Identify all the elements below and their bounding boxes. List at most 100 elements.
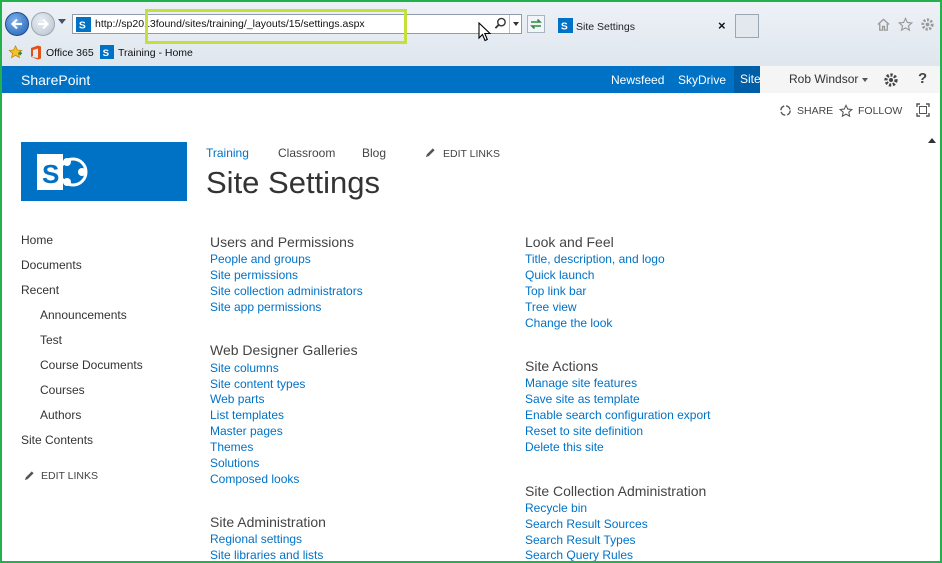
page-title: Site Settings [206,165,381,200]
svg-text:S: S [42,159,59,189]
address-separator [509,15,510,33]
pencil-icon [425,148,435,158]
history-dropdown-icon[interactable] [58,19,66,24]
focus-content-icon[interactable] [916,103,930,117]
settings-gear-icon[interactable] [920,17,935,32]
url-highlight-box [145,9,407,44]
link-search-query-rules[interactable]: Search Query Rules [525,548,633,562]
favorites-bar: Office 365 S Training - Home [0,43,942,63]
leftnav-courses[interactable]: Courses [40,383,85,397]
leftnav-test[interactable]: Test [40,333,62,347]
help-button[interactable]: ? [918,70,927,87]
link-solutions[interactable]: Solutions [210,456,259,470]
link-enable-search-config-export[interactable]: Enable search configuration export [525,408,710,422]
link-change-the-look[interactable]: Change the look [525,316,612,330]
leftnav-recent[interactable]: Recent [21,283,59,297]
link-master-pages[interactable]: Master pages [210,424,283,438]
link-site-content-types[interactable]: Site content types [210,377,305,391]
link-site-app-permissions[interactable]: Site app permissions [210,300,321,314]
topnav-training[interactable]: Training [206,146,249,160]
sharepoint-favicon-icon: S [76,17,91,32]
refresh-icon [530,18,542,30]
refresh-button[interactable] [527,15,545,33]
link-manage-site-features[interactable]: Manage site features [525,376,637,390]
suite-link-skydrive[interactable]: SkyDrive [678,73,726,87]
share-icon [780,105,791,116]
address-dropdown-icon[interactable] [513,22,519,26]
link-composed-looks[interactable]: Composed looks [210,472,299,486]
sharepoint-brand[interactable]: SharePoint [21,72,90,88]
link-reset-to-site-definition[interactable]: Reset to site definition [525,424,643,438]
leftnav-documents[interactable]: Documents [21,258,82,272]
arrow-right-icon [38,18,50,30]
link-recycle-bin[interactable]: Recycle bin [525,501,587,515]
scroll-up-icon[interactable] [928,138,936,143]
user-menu[interactable]: Rob Windsor [779,66,879,93]
link-site-permissions[interactable]: Site permissions [210,268,298,282]
tab-title: Site Settings [576,21,635,33]
mouse-cursor-icon [478,22,492,42]
link-web-parts[interactable]: Web parts [210,392,264,406]
link-search-result-sources[interactable]: Search Result Sources [525,517,648,531]
suite-link-newsfeed[interactable]: Newsfeed [611,73,664,87]
link-quick-launch[interactable]: Quick launch [525,268,594,282]
browser-chrome: S http://sp2013found/sites/training/_lay… [0,0,942,66]
share-button[interactable]: SHARE [797,105,833,117]
action-row: SHARE FOLLOW [0,93,942,127]
leftnav-home[interactable]: Home [21,233,53,247]
svg-text:S: S [79,21,86,32]
section-title-site-collection-administration: Site Collection Administration [525,483,707,499]
follow-button[interactable]: FOLLOW [858,105,902,117]
section-title-site-administration: Site Administration [210,514,326,530]
link-people-and-groups[interactable]: People and groups [210,252,311,266]
link-top-link-bar[interactable]: Top link bar [525,284,586,298]
link-tree-view[interactable]: Tree view [525,300,577,314]
favorites-star-icon[interactable] [898,17,913,32]
chevron-down-icon [862,77,869,82]
home-icon[interactable] [876,17,891,32]
link-site-libraries-and-lists[interactable]: Site libraries and lists [210,548,323,562]
search-icon[interactable] [494,17,507,30]
arrow-left-icon [10,18,22,30]
settings-gear-icon[interactable] [883,72,899,88]
tab-close-button[interactable]: × [718,18,726,33]
user-name: Rob Windsor [789,72,859,86]
link-delete-this-site[interactable]: Delete this site [525,440,604,454]
link-search-result-types[interactable]: Search Result Types [525,533,636,547]
link-save-site-as-template[interactable]: Save site as template [525,392,640,406]
link-title-description-logo[interactable]: Title, description, and logo [525,252,665,266]
new-tab-button[interactable] [735,14,759,38]
forward-button[interactable] [31,12,55,36]
link-themes[interactable]: Themes [210,440,253,454]
sharepoint-favicon-icon: S [558,18,573,33]
leftnav-edit-links[interactable]: EDIT LINKS [41,470,98,482]
sharepoint-favicon-icon: S [100,45,114,59]
link-list-templates[interactable]: List templates [210,408,284,422]
pencil-icon [24,471,34,481]
topnav-classroom[interactable]: Classroom [278,146,335,160]
link-site-collection-administrators[interactable]: Site collection administrators [210,284,363,298]
favorite-training-home[interactable]: Training - Home [118,47,193,59]
leftnav-announcements[interactable]: Announcements [40,308,127,322]
section-title-users-permissions: Users and Permissions [210,234,354,250]
office365-icon [31,45,41,60]
svg-text:S: S [561,22,568,33]
sharepoint-logo-icon: S [37,154,88,190]
section-title-site-actions: Site Actions [525,358,599,374]
leftnav-site-contents[interactable]: Site Contents [21,433,93,447]
follow-star-icon [839,104,853,118]
back-button[interactable] [5,12,29,36]
section-title-web-designer-galleries: Web Designer Galleries [210,342,358,358]
link-site-columns[interactable]: Site columns [210,361,279,375]
site-logo[interactable]: S [21,142,187,201]
svg-text:S: S [103,48,110,59]
link-regional-settings[interactable]: Regional settings [210,532,302,546]
section-title-look-and-feel: Look and Feel [525,234,614,250]
leftnav-authors[interactable]: Authors [40,408,81,422]
topnav-blog[interactable]: Blog [362,146,386,160]
topnav-edit-links[interactable]: EDIT LINKS [443,148,500,160]
leftnav-course-documents[interactable]: Course Documents [40,358,143,372]
browser-tab[interactable]: S Site Settings × [552,14,734,38]
add-favorite-icon[interactable] [8,45,23,59]
favorite-office365[interactable]: Office 365 [46,47,94,59]
